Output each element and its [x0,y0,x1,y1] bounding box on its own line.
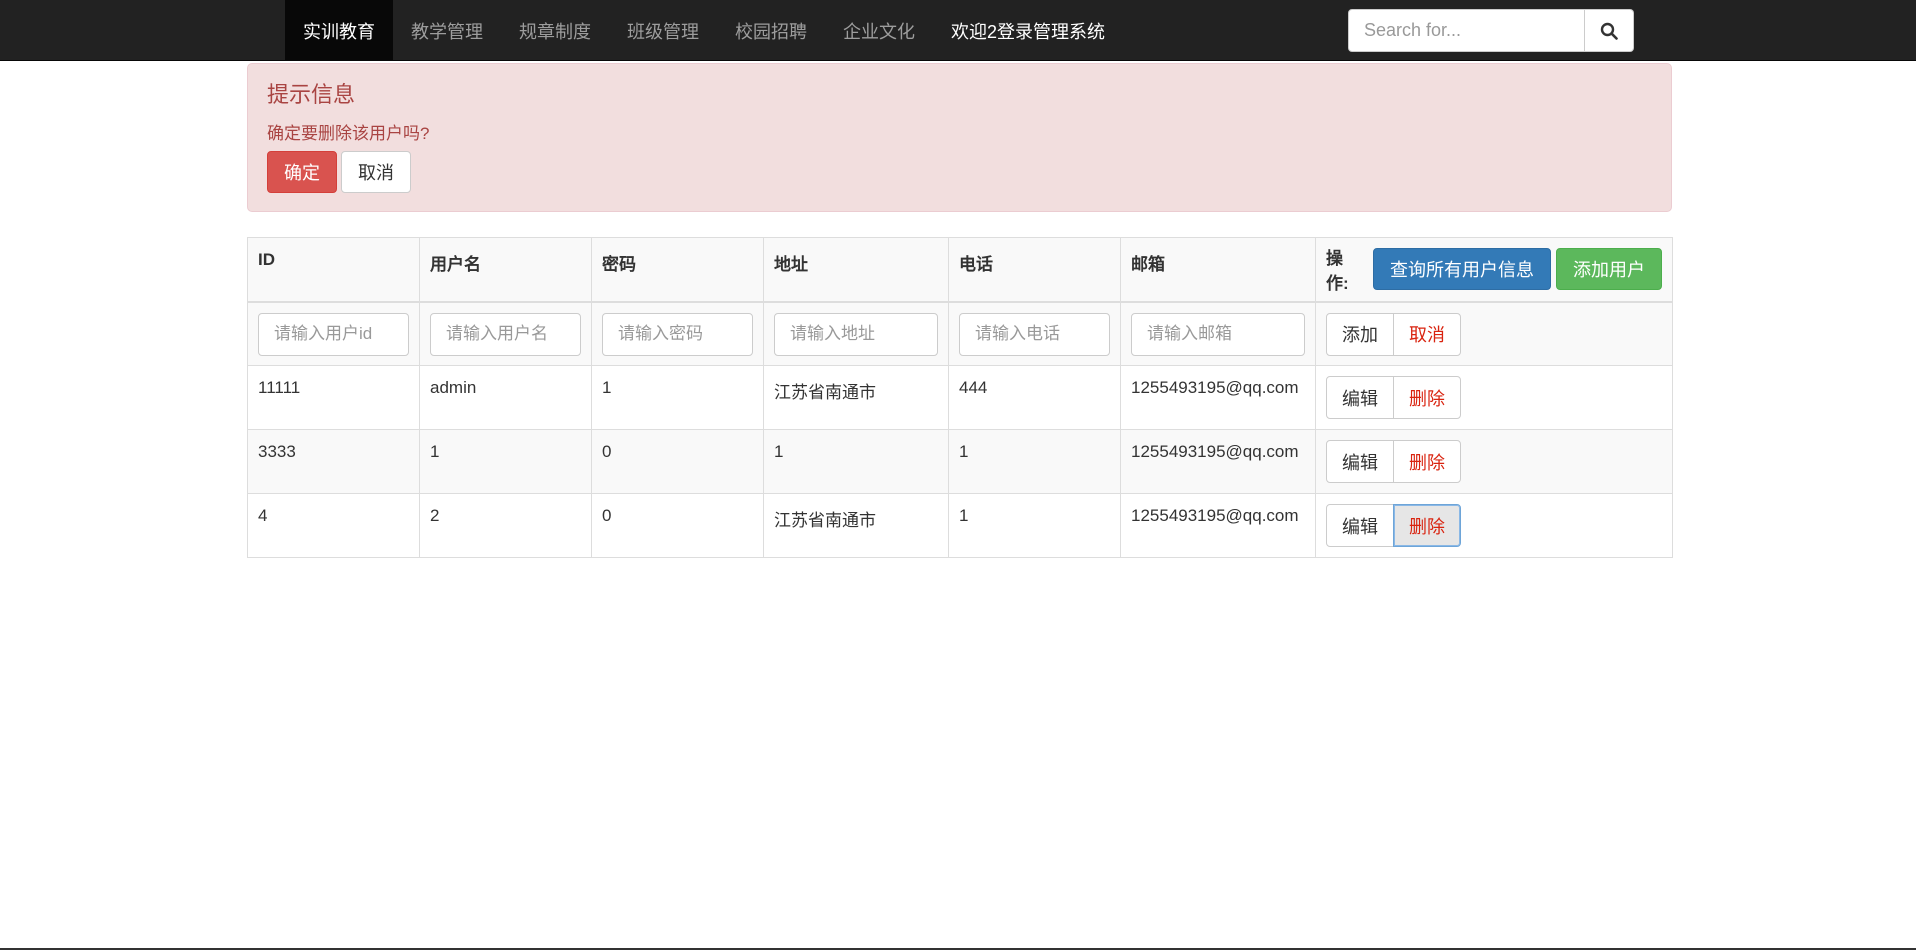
table-header-row: ID 用户名 密码 地址 电话 邮箱 操作: 查询所有用户信息 添加用户 [247,237,1673,303]
header-phone: 电话 [948,237,1121,303]
search-input[interactable] [1348,9,1585,52]
cell-id: 11111 [247,365,420,430]
alert-title: 提示信息 [267,82,356,107]
edit-button[interactable]: 编辑 [1326,504,1394,547]
table-row: 4 2 0 江苏省南通市 1 1255493195@qq.com 编辑 删除 [247,493,1673,558]
header-address: 地址 [763,237,949,303]
delete-confirm-alert: 提示信息 确定要删除该用户吗? 确定 取消 [247,63,1672,212]
cell-id: 3333 [247,429,420,494]
phone-input[interactable] [959,312,1110,356]
table-row: 11111 admin 1 江苏省南通市 444 1255493195@qq.c… [247,365,1673,430]
row-actions: 编辑 删除 [1326,504,1461,547]
header-password: 密码 [591,237,764,303]
cell-username: admin [419,365,592,430]
nav-item-classes[interactable]: 班级管理 [609,0,717,61]
cell-address: 江苏省南通市 [763,365,949,430]
nav-item-rules[interactable]: 规章制度 [501,0,609,61]
cell-phone: 444 [948,365,1121,430]
cell-password: 0 [591,493,764,558]
delete-button[interactable]: 删除 [1393,504,1461,547]
cell-phone: 1 [948,493,1121,558]
table-row: 3333 1 0 1 1 1255493195@qq.com 编辑 删除 [247,429,1673,494]
input-row: 添加 取消 [247,301,1673,366]
nav-item-culture[interactable]: 企业文化 [825,0,933,61]
query-all-users-button[interactable]: 查询所有用户信息 [1373,248,1551,291]
cell-phone: 1 [948,429,1121,494]
email-input[interactable] [1131,312,1305,356]
delete-button[interactable]: 删除 [1393,440,1461,483]
cell-id: 4 [247,493,420,558]
header-username: 用户名 [419,237,592,303]
cell-password: 0 [591,429,764,494]
cell-email: 1255493195@qq.com [1120,493,1316,558]
cell-password: 1 [591,365,764,430]
delete-button[interactable]: 删除 [1393,376,1461,419]
address-input[interactable] [774,312,938,356]
confirm-button[interactable]: 确定 [267,151,337,193]
add-button[interactable]: 添加 [1326,312,1394,356]
cell-username: 2 [419,493,592,558]
password-input[interactable] [602,312,753,356]
alert-buttons: 确定 取消 [267,151,411,193]
cell-email: 1255493195@qq.com [1120,365,1316,430]
cancel-add-button[interactable]: 取消 [1393,312,1461,356]
ops-label: 操作: [1326,249,1349,294]
nav-item-recruitment[interactable]: 校园招聘 [717,0,825,61]
top-navbar: 实训教育 教学管理 规章制度 班级管理 校园招聘 企业文化 欢迎2登录管理系统 [0,0,1916,61]
header-email: 邮箱 [1120,237,1316,303]
user-table: ID 用户名 密码 地址 电话 邮箱 操作: 查询所有用户信息 添加用户 请输入… [247,237,1673,558]
alert-message: 确定要删除该用户吗? [267,124,430,143]
nav-item-brand[interactable]: 实训教育 [285,0,393,61]
search-icon [1600,22,1618,40]
id-input[interactable] [258,312,409,356]
input-row-actions: 添加 取消 [1326,312,1461,356]
edit-button[interactable]: 编辑 [1326,440,1394,483]
cell-email: 1255493195@qq.com [1120,429,1316,494]
add-user-button[interactable]: 添加用户 [1556,248,1662,291]
username-input[interactable] [430,312,581,356]
search-button[interactable] [1585,9,1634,52]
cell-username: 1 [419,429,592,494]
nav-menu: 实训教育 教学管理 规章制度 班级管理 校园招聘 企业文化 欢迎2登录管理系统 [285,0,1123,61]
nav-welcome-text: 欢迎2登录管理系统 [951,21,1106,42]
cell-address: 1 [763,429,949,494]
cancel-button[interactable]: 取消 [341,151,411,193]
header-id: ID [247,237,420,303]
cell-address: 江苏省南通市 [763,493,949,558]
row-actions: 编辑 删除 [1326,376,1461,419]
nav-item-teaching[interactable]: 教学管理 [393,0,501,61]
edit-button[interactable]: 编辑 [1326,376,1394,419]
row-actions: 编辑 删除 [1326,440,1461,483]
nav-search-group [1348,9,1634,52]
header-ops: 操作: 查询所有用户信息 添加用户 [1315,237,1673,303]
